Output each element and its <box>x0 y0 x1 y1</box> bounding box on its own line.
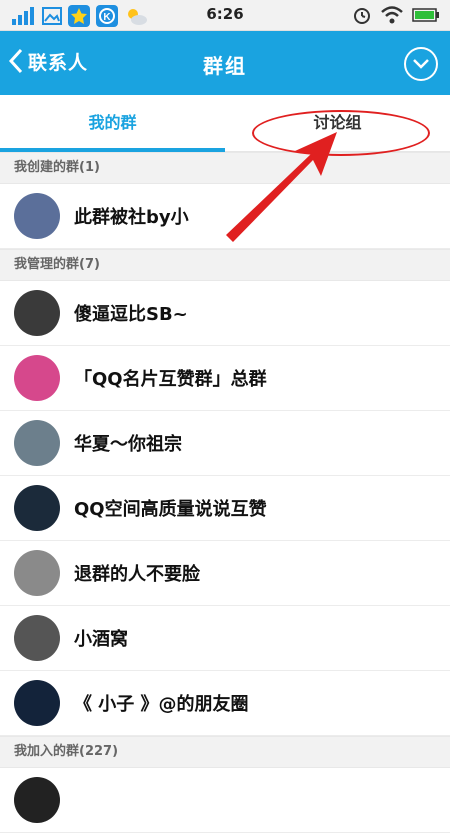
nav-bar: 联系人 群组 <box>0 31 450 95</box>
tab-bar: 我的群 讨论组 <box>0 95 450 152</box>
status-right-icons <box>352 5 440 25</box>
page-title: 群组 <box>203 54 247 78</box>
list-item[interactable]: 《 小子 》@的朋友圈 <box>0 671 450 736</box>
list-item[interactable]: 傻逼逗比SB~ <box>0 281 450 346</box>
list-item[interactable]: 华夏～你祖宗 <box>0 411 450 476</box>
section-header: 我创建的群(1) <box>0 152 450 184</box>
alarm-icon <box>354 8 370 24</box>
cross-avatar <box>14 680 60 726</box>
section-header: 我加入的群(227) <box>0 736 450 768</box>
text-avatar <box>14 615 60 661</box>
list-item[interactable] <box>0 768 450 833</box>
group-list: 我创建的群(1) 此群被社by小我管理的群(7) 傻逼逗比SB~ 「QQ名片互赞群」总… <box>0 152 450 833</box>
list-item[interactable]: 此群被社by小 <box>0 184 450 249</box>
status-bar: K 6:26 <box>0 0 450 31</box>
section-header: 我管理的群(7) <box>0 249 450 281</box>
group-name: QQ空间高质量说说互赞 <box>74 499 267 520</box>
wifi-icon <box>381 6 403 24</box>
tab-discussion-groups[interactable]: 讨论组 <box>225 95 450 151</box>
girl-avatar <box>14 420 60 466</box>
group-name: 华夏～你祖宗 <box>74 434 182 455</box>
group-name: 《 小子 》@的朋友圈 <box>74 694 249 715</box>
list-item[interactable]: 退群的人不要脸 <box>0 541 450 606</box>
list-item[interactable]: QQ空间高质量说说互赞 <box>0 476 450 541</box>
list-item[interactable]: 小酒窝 <box>0 606 450 671</box>
partial-avatar <box>14 777 60 823</box>
group-name: 小酒窝 <box>74 629 128 650</box>
battery-icon <box>412 8 439 22</box>
doraemon-avatar <box>14 193 60 239</box>
zan-avatar <box>14 355 60 401</box>
list-item[interactable]: 「QQ名片互赞群」总群 <box>0 346 450 411</box>
group-name: 「QQ名片互赞群」总群 <box>74 369 267 390</box>
night-avatar <box>14 485 60 531</box>
group-name: 此群被社by小 <box>74 207 189 228</box>
group-name: 退群的人不要脸 <box>74 564 200 585</box>
group-name: 傻逼逗比SB~ <box>74 304 188 325</box>
gray-avatar <box>14 550 60 596</box>
person-avatar <box>14 290 60 336</box>
chevron-down-icon <box>413 59 429 69</box>
more-button[interactable] <box>404 47 438 81</box>
tab-my-groups[interactable]: 我的群 <box>0 95 225 152</box>
